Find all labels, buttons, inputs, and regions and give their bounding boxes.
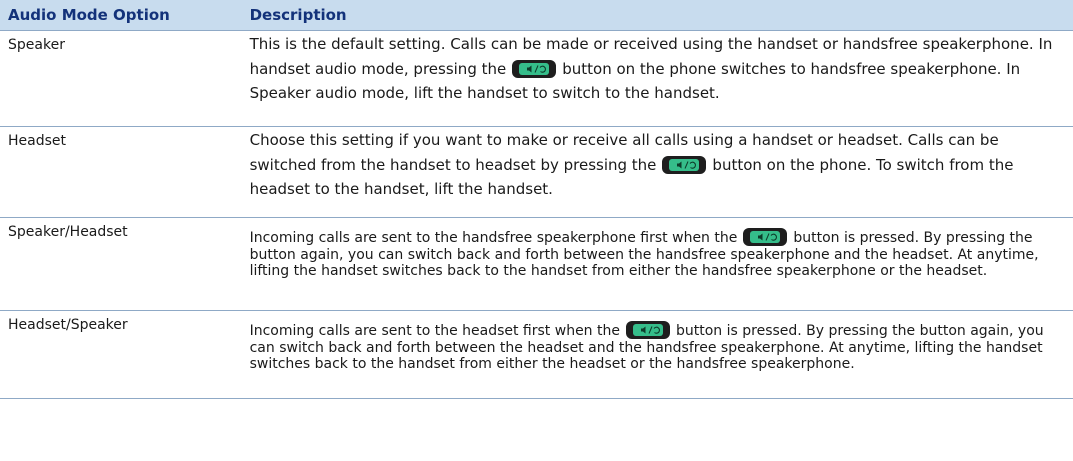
audio-mode-cell: Headset xyxy=(0,126,242,218)
table-header-row: Audio Mode Option Description xyxy=(0,0,1073,31)
speaker-headset-key-icon xyxy=(512,59,557,78)
description-cell: Choose this setting if you want to make … xyxy=(241,126,1073,218)
column-header-audio-mode: Audio Mode Option xyxy=(0,0,242,31)
audio-mode-cell: Speaker xyxy=(0,30,242,127)
column-header-description: Description xyxy=(241,0,1073,31)
audio-mode-cell: Speaker/Headset xyxy=(0,217,242,311)
description-cell: Incoming calls are sent to the handsfree… xyxy=(241,217,1073,311)
speaker-headset-key-icon xyxy=(743,228,788,246)
description-cell: This is the default setting. Calls can b… xyxy=(241,30,1073,127)
table-row: Headset Choose this setting if you want … xyxy=(0,126,1073,218)
table-row: Speaker/Headset Incoming calls are sent … xyxy=(0,217,1073,311)
description-text-before: Incoming calls are sent to the handsfree… xyxy=(249,230,738,246)
audio-mode-cell: Headset/Speaker xyxy=(0,310,242,399)
audio-mode-table: Audio Mode Option Description Speaker Th… xyxy=(0,0,1073,399)
description-text-before: Incoming calls are sent to the headset f… xyxy=(249,323,620,339)
speaker-headset-key-icon xyxy=(625,321,670,339)
table-row: Headset/Speaker Incoming calls are sent … xyxy=(0,310,1073,399)
description-cell: Incoming calls are sent to the headset f… xyxy=(241,310,1073,399)
speaker-headset-key-icon xyxy=(662,155,707,174)
table-row: Speaker This is the default setting. Cal… xyxy=(0,30,1073,127)
